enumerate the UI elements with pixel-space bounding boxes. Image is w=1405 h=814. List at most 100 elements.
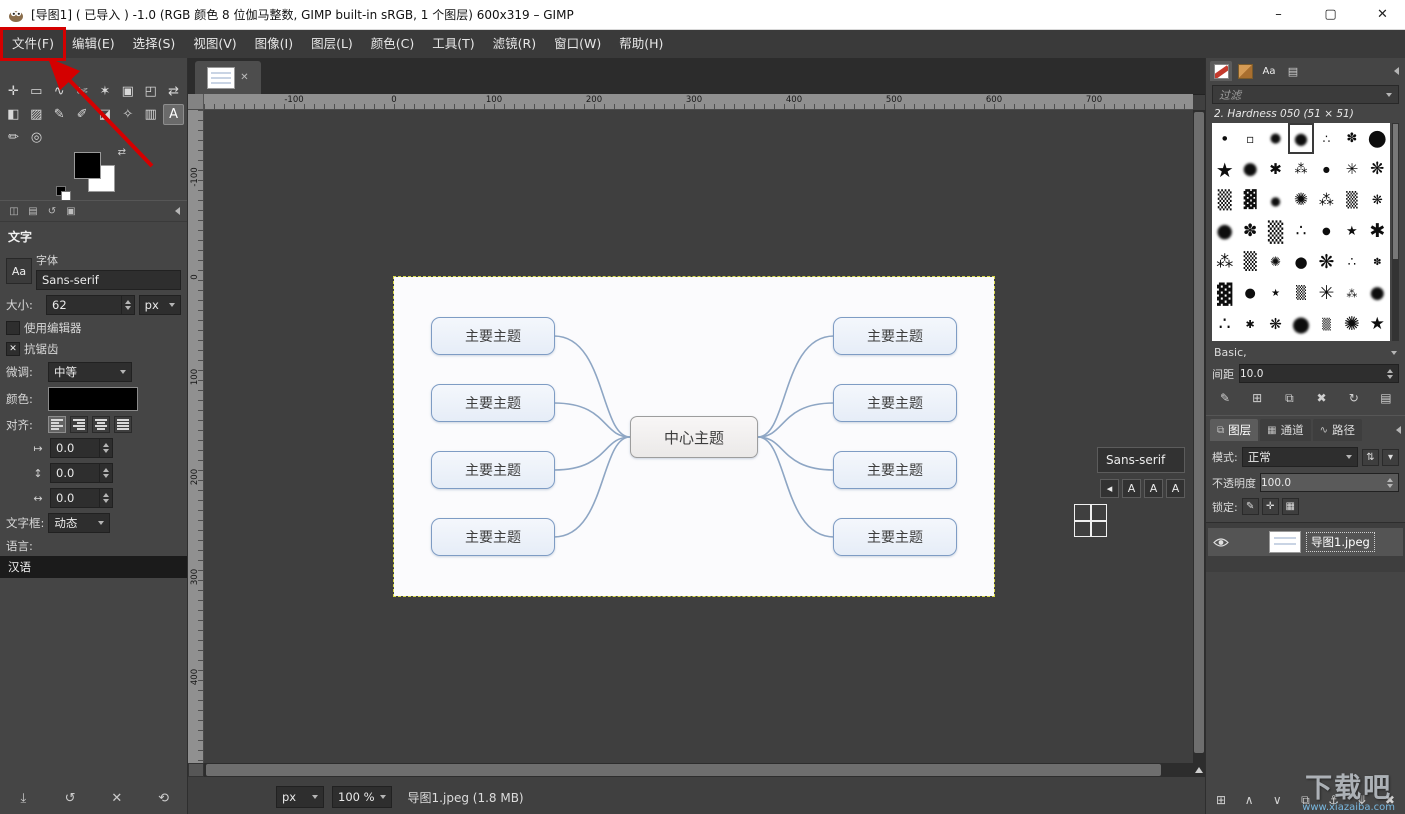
scissors-select-tool[interactable]: ✄ [72,81,93,102]
brush-item[interactable]: ▒ [1339,185,1364,216]
airbrush-tool[interactable]: ✧ [117,104,138,125]
vertical-ruler[interactable]: -1000100200300400 [188,110,204,763]
new-brush-button[interactable]: ⊞ [1248,389,1266,407]
brush-item[interactable]: ● [1314,154,1339,185]
tab-paths[interactable]: ∿路径 [1313,419,1362,441]
brush-item[interactable]: ● [1237,154,1262,185]
dock-menu-button[interactable] [1396,426,1401,434]
tab-close-icon[interactable]: ✕ [240,72,248,83]
patterns-tab[interactable] [1234,61,1256,81]
brush-item[interactable]: ⁂ [1212,247,1237,278]
hinting-select[interactable]: 中等 [48,362,132,382]
dock-menu-button[interactable] [175,207,180,215]
dock-menu-button[interactable] [1394,67,1399,75]
crop-tool[interactable]: ▣ [117,81,138,102]
brush-scrollbar-thumb[interactable] [1393,124,1398,259]
oncanvas-font-field[interactable]: Sans-serif [1097,447,1185,473]
brush-item[interactable]: ▫ [1237,123,1262,154]
tab-channels[interactable]: ▦通道 [1260,419,1310,441]
raise-layer-button[interactable]: ∧ [1239,790,1259,810]
lock-pixels-button[interactable]: ✎ [1242,498,1259,515]
use-editor-checkbox[interactable]: 使用编辑器 [6,320,181,336]
brush-item[interactable]: ⁂ [1314,185,1339,216]
justify-center-button[interactable] [92,416,110,433]
justify-fill-button[interactable] [114,416,132,433]
edit-brush-button[interactable]: ✎ [1216,389,1234,407]
unit-select[interactable]: px [276,786,324,808]
brush-item[interactable]: ⁂ [1339,278,1364,309]
line-spacing-input[interactable]: 0.0 [50,463,113,483]
justify-left-button[interactable] [48,416,66,433]
brush-item[interactable]: ✱ [1365,216,1390,247]
brush-item[interactable]: ✽ [1237,216,1262,247]
text-editor-button-a3[interactable]: A [1166,479,1185,498]
brush-item[interactable]: ★ [1263,278,1288,309]
menu-item-5[interactable]: 图像(I) [246,30,302,58]
vertical-scrollbar-thumb[interactable] [1194,112,1204,753]
brush-item[interactable]: ∴ [1339,247,1364,278]
canvas-viewport[interactable]: 中心主题 主要主题主要主题主要主题主要主题主要主题主要主题主要主题主要主题 [204,110,1193,763]
tab-layers[interactable]: ⧉图层 [1210,419,1258,441]
save-tool-options-button[interactable]: ⤓ [12,787,34,809]
lock-alpha-button[interactable]: ▦ [1282,498,1299,515]
brush-scrollbar[interactable] [1392,123,1399,341]
paintbrush-tool[interactable]: ✐ [72,104,93,125]
layer-row[interactable]: 导图1.jpeg [1208,528,1403,556]
brush-item[interactable]: ✽ [1339,123,1364,154]
new-layer-button[interactable]: ⊞ [1211,790,1231,810]
brush-item[interactable]: ✳ [1314,278,1339,309]
fuzzy-select-tool[interactable]: ✶ [95,81,116,102]
brush-item[interactable]: ∴ [1314,123,1339,154]
menu-item-6[interactable]: 图层(L) [302,30,362,58]
brush-item[interactable]: ✺ [1263,247,1288,278]
brush-item[interactable]: ✱ [1237,309,1262,340]
horizontal-scrollbar[interactable] [204,763,1193,777]
brush-item[interactable]: ▓ [1237,185,1262,216]
brush-item[interactable]: ★ [1212,154,1237,185]
brush-item[interactable]: ▒ [1212,185,1237,216]
gradient-tool[interactable]: ▨ [26,104,47,125]
brush-item[interactable]: ● [1263,185,1288,216]
layer-mode-select[interactable]: 正常 [1242,447,1358,467]
font-size-input[interactable]: 62 [46,295,135,315]
move-tool[interactable]: ✛ [3,81,24,102]
minimize-button[interactable]: – [1256,0,1301,30]
reset-tool-options-button[interactable]: ⟲ [153,787,175,809]
clone-tool[interactable]: ▥ [140,104,161,125]
menu-item-8[interactable]: 工具(T) [423,30,483,58]
rectangle-select-tool[interactable]: ▭ [26,81,47,102]
brush-item[interactable]: ❋ [1314,247,1339,278]
brush-item[interactable]: ● [1288,247,1313,278]
font-picker-button[interactable]: Aa [6,258,32,284]
brush-item[interactable]: ✳ [1339,154,1364,185]
bucket-fill-tool[interactable]: ◧ [3,104,24,125]
menu-item-10[interactable]: 窗口(W) [545,30,610,58]
images-tab-icon[interactable]: ▣ [64,204,78,218]
navigation-button[interactable] [1193,763,1205,777]
brush-item[interactable]: ● [1365,123,1390,154]
menu-item-3[interactable]: 选择(S) [124,30,185,58]
delete-brush-button[interactable]: ✖ [1313,389,1331,407]
brush-item[interactable]: ▒ [1237,247,1262,278]
delete-tool-options-button[interactable]: ✕ [106,787,128,809]
brush-item[interactable]: ● [1212,123,1237,154]
default-colors-icon[interactable] [56,186,71,201]
undo-history-tab-icon[interactable]: ↺ [45,204,59,218]
maximize-button[interactable]: ▢ [1308,0,1353,30]
device-status-tab-icon[interactable]: ▤ [26,204,40,218]
text-editor-back-button[interactable]: ◂ [1100,479,1119,498]
brush-item[interactable]: ● [1314,216,1339,247]
duplicate-brush-button[interactable]: ⧉ [1280,389,1298,407]
documents-tab[interactable]: ▤ [1282,61,1304,81]
menu-item-7[interactable]: 颜色(C) [362,30,423,58]
text-box-select[interactable]: 动态 [48,513,110,533]
lock-position-button[interactable]: ✛ [1262,498,1279,515]
text-editor-button-a1[interactable]: A [1122,479,1141,498]
indent-input[interactable]: 0.0 [50,438,113,458]
visibility-eye-icon[interactable] [1213,537,1229,548]
brush-item[interactable]: ✺ [1339,309,1364,340]
zoom-tool[interactable]: ◎ [26,127,47,148]
brushes-tab[interactable] [1210,61,1232,81]
mode-options-button[interactable]: ▾ [1382,449,1399,466]
brush-item[interactable]: ▒ [1263,216,1288,247]
